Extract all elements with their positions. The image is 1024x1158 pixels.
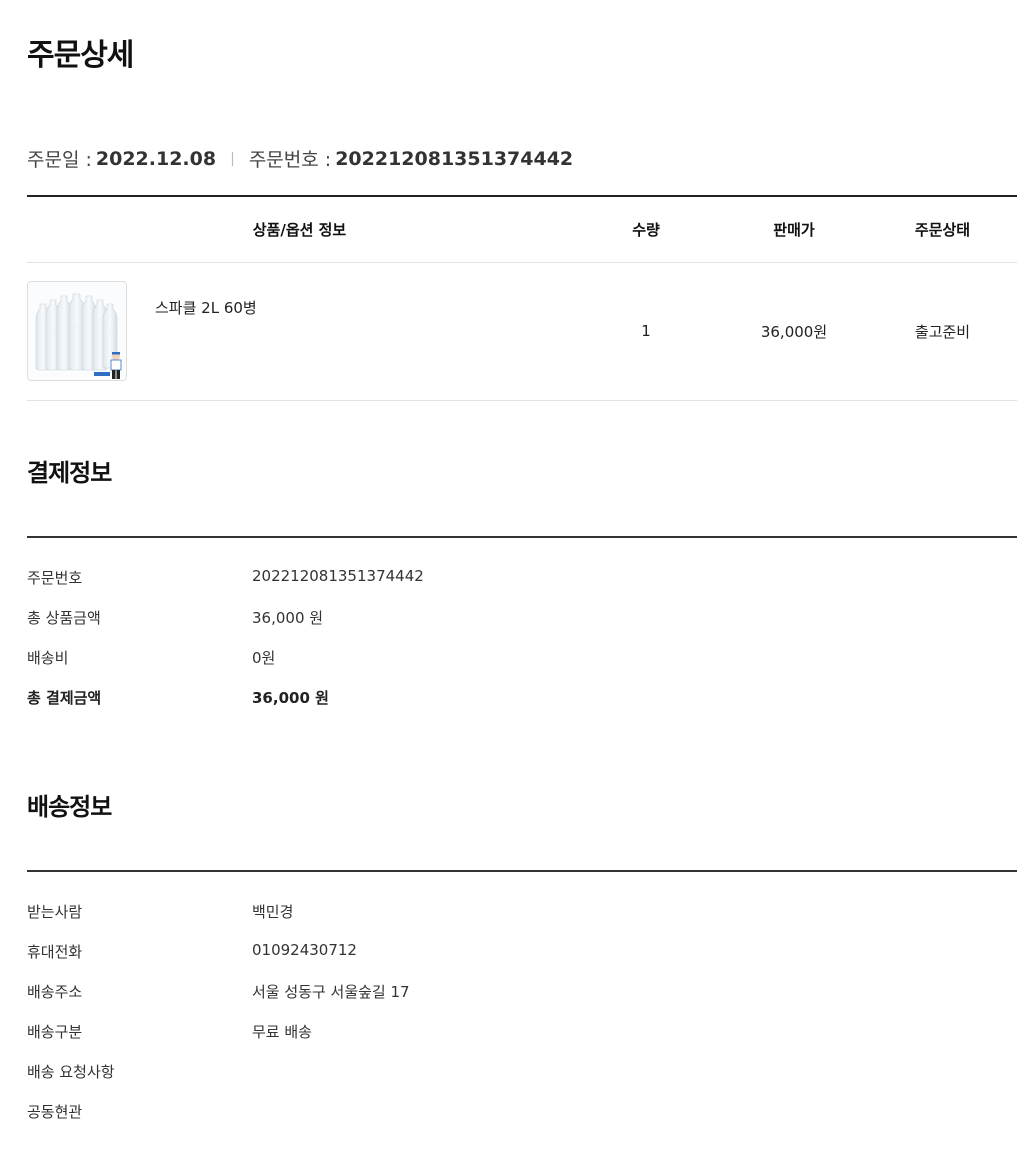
payment-label: 총 상품금액 xyxy=(27,609,101,627)
payment-label: 배송비 xyxy=(27,649,69,667)
header-product-info: 상품/옵션 정보 xyxy=(27,195,572,263)
payment-row-total-product: 총 상품금액 36,000 원 xyxy=(27,607,323,628)
price-cell: 36,000원 xyxy=(720,262,868,401)
order-date-label: 주문일 : xyxy=(27,149,92,171)
payment-value: 36,000 원 xyxy=(252,689,329,707)
shipping-section-title: 배송정보 xyxy=(27,793,112,821)
shipping-divider xyxy=(27,870,1017,872)
shipping-value: 백민경 xyxy=(252,903,294,921)
shipping-label: 공동현관 xyxy=(27,1103,83,1121)
payment-section-title: 결제정보 xyxy=(27,459,112,487)
payment-value: 0원 xyxy=(252,649,276,667)
shipping-label: 배송구분 xyxy=(27,1023,83,1041)
header-quantity: 수량 xyxy=(572,195,720,263)
shipping-row-type: 배송구분 무료 배송 xyxy=(27,1021,312,1042)
product-table-header: 상품/옵션 정보 수량 판매가 주문상태 xyxy=(27,195,1017,263)
header-order-status: 주문상태 xyxy=(868,195,1017,263)
shipping-label: 배송주소 xyxy=(27,983,83,1001)
order-number-label: 주문번호 : xyxy=(248,149,332,171)
shipping-value: 무료 배송 xyxy=(252,1023,312,1041)
meta-separator: | xyxy=(230,150,235,167)
order-status-cell: 출고준비 xyxy=(868,262,1017,401)
payment-label: 주문번호 xyxy=(27,569,83,587)
shipping-label: 휴대전화 xyxy=(27,943,83,961)
header-price: 판매가 xyxy=(720,195,868,263)
table-row: 스파클 2L 60병 1 36,000원 출고준비 xyxy=(27,262,1017,401)
shipping-label: 받는사람 xyxy=(27,903,83,921)
shipping-row-recipient: 받는사람 백민경 xyxy=(27,901,293,922)
order-detail-page: 주문상세 주문일 : 2022.12.08 | 주문번호 : 202212081… xyxy=(0,0,1024,1158)
quantity-cell: 1 xyxy=(572,262,720,401)
payment-row-total-payment: 총 결제금액 36,000 원 xyxy=(27,687,329,708)
order-meta: 주문일 : 2022.12.08 | 주문번호 : 20221208135137… xyxy=(27,145,573,172)
payment-value: 202212081351374442 xyxy=(252,567,424,585)
product-table: 상품/옵션 정보 수량 판매가 주문상태 스파클 2L 60병 1 36,000… xyxy=(27,195,1017,401)
payment-label: 총 결제금액 xyxy=(27,689,102,707)
shipping-row-phone: 휴대전화 01092430712 xyxy=(27,941,357,962)
product-info-cell: 스파클 2L 60병 xyxy=(27,262,572,401)
payment-row-order-number: 주문번호 202212081351374442 xyxy=(27,567,424,588)
page-title: 주문상세 xyxy=(27,38,134,73)
order-number-value: 202212081351374442 xyxy=(335,147,574,170)
water-bottles-image xyxy=(35,293,122,379)
order-date-value: 2022.12.08 xyxy=(95,147,217,170)
payment-row-shipping-fee: 배송비 0원 xyxy=(27,647,275,668)
payment-value: 36,000 원 xyxy=(252,609,324,627)
product-name[interactable]: 스파클 2L 60병 xyxy=(155,297,257,318)
shipping-row-request: 배송 요청사항 xyxy=(27,1061,252,1082)
shipping-row-entrance: 공동현관 xyxy=(27,1101,252,1122)
shipping-label: 배송 요청사항 xyxy=(27,1063,115,1081)
shipping-value: 서울 성동구 서울숲길 17 xyxy=(252,983,410,1001)
shipping-value: 01092430712 xyxy=(252,941,357,959)
product-thumbnail[interactable] xyxy=(27,280,127,381)
payment-divider xyxy=(27,536,1017,538)
shipping-row-address: 배송주소 서울 성동구 서울숲길 17 xyxy=(27,981,410,1002)
